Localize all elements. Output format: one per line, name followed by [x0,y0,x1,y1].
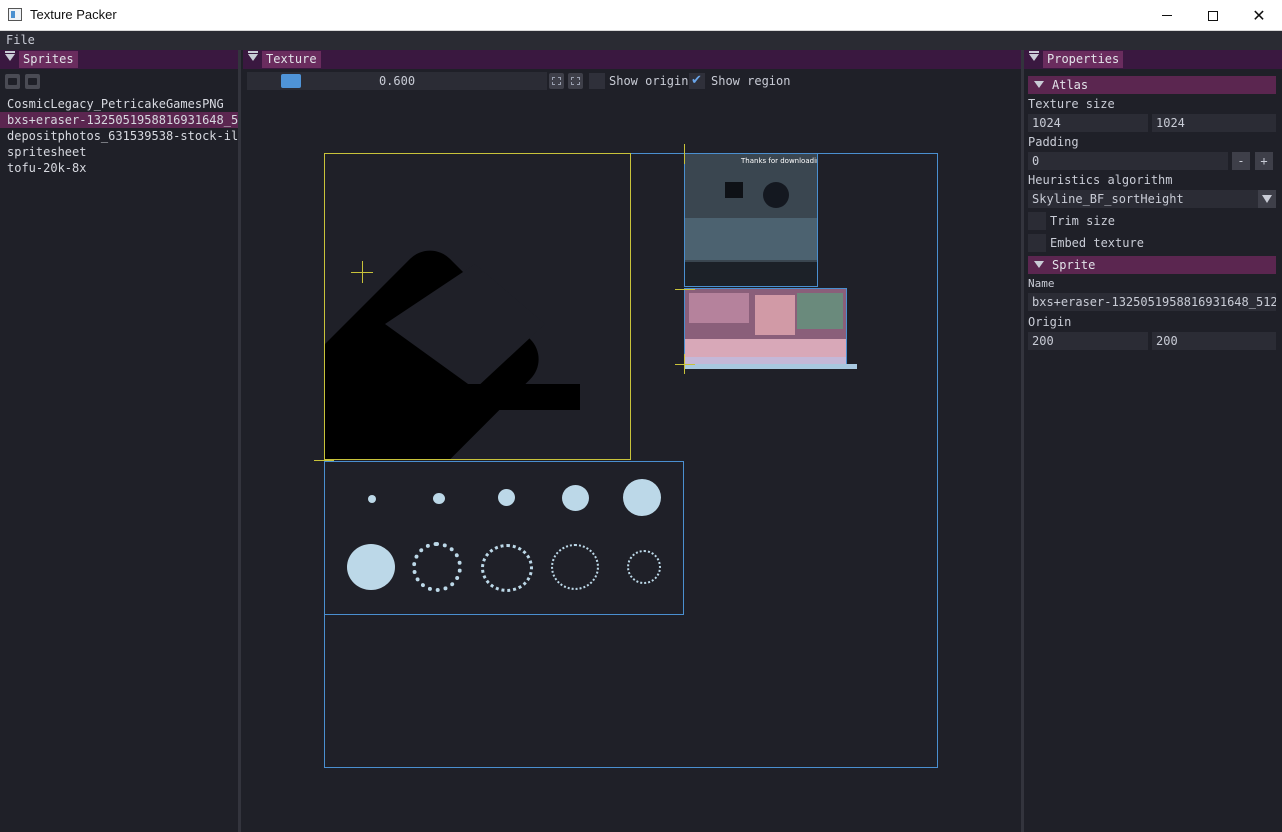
sprite-name-field[interactable]: bxs+eraser-1325051958816931648_512 [1028,293,1276,311]
origin-x-field[interactable]: 200 [1028,332,1148,350]
panel-menu-icon[interactable] [1029,51,1039,61]
sprite-tofu[interactable] [684,364,857,369]
sprite-section-header[interactable]: Sprite [1028,256,1276,274]
texture-panel: Texture 0.600 Show origin ✔ Show region [243,50,1021,832]
minimize-button[interactable] [1144,0,1190,31]
reset-view-button[interactable] [568,73,583,89]
sheet-caption: Thanks for downloading! [741,157,817,165]
trim-size-checkbox[interactable] [1028,212,1046,230]
sprite-eraser[interactable] [271,153,631,518]
show-region-label: Show region [711,74,791,88]
sprite-depositphotos[interactable] [324,461,684,615]
collapse-arrow-icon [1034,81,1044,88]
properties-panel-header: Properties [1024,50,1282,69]
origin-marker [675,289,695,290]
check-icon: ✔ [691,73,702,88]
heuristics-label: Heuristics algorithm [1028,173,1173,187]
sprite-list-item[interactable]: depositphotos_631539538-stock-ill [0,128,238,144]
menu-file[interactable]: File [6,33,35,47]
texture-canvas[interactable]: Thanks for downloading! [243,96,1021,832]
sprite-section-label: Sprite [1052,258,1096,272]
origin-marker [675,364,695,365]
cloud-frame [551,544,599,590]
maximize-icon [1208,10,1218,21]
properties-panel: Properties Atlas Texture size 1024 1024 … [1021,50,1282,832]
minimize-icon [1162,15,1172,16]
texture-panel-header: Texture [243,50,1021,69]
sprite-name-label: Name [1028,277,1055,290]
heuristics-dropdown[interactable]: Skyline_BF_sortHeight [1028,190,1276,208]
sprite-spritesheet[interactable] [684,288,847,368]
panel-menu-icon[interactable] [5,51,15,61]
zoom-value: 0.600 [378,74,416,88]
window-title: Texture Packer [30,7,117,22]
sprite-list-item[interactable]: spritesheet [0,144,238,160]
atlas-section-label: Atlas [1052,78,1089,92]
atlas-section-header[interactable]: Atlas [1028,76,1276,94]
show-origin-checkbox[interactable] [589,73,605,89]
embed-texture-checkbox[interactable] [1028,234,1046,252]
texture-height-field[interactable]: 1024 [1152,114,1276,132]
dropdown-arrow-icon[interactable] [1258,190,1276,208]
padding-increment-button[interactable]: + [1255,152,1273,170]
tab-properties[interactable]: Properties [1043,51,1124,68]
add-folder-button[interactable] [5,74,20,89]
heuristics-value: Skyline_BF_sortHeight [1032,192,1184,206]
origin-marker [684,354,685,374]
padding-decrement-button[interactable]: - [1232,152,1250,170]
panel-menu-icon[interactable] [248,51,258,61]
padding-label: Padding [1028,135,1079,149]
origin-marker [362,261,363,283]
origin-label: Origin [1028,315,1072,329]
show-origin-label: Show origin [609,74,689,88]
cloud-frame [347,544,395,590]
zoom-slider[interactable]: 0.600 [247,72,547,90]
open-folder-button[interactable] [25,74,40,89]
cloud-frame [368,495,376,503]
sprite-list-item[interactable]: CosmicLegacy_PetricakeGamesPNG [0,96,238,112]
app-icon [8,8,22,21]
show-region-checkbox[interactable]: ✔ [689,73,705,89]
texture-width-field[interactable]: 1024 [1028,114,1148,132]
collapse-arrow-icon [1034,261,1044,268]
trim-size-label: Trim size [1050,214,1116,228]
cloud-frame [498,489,515,506]
cloud-frame [623,479,661,516]
title-bar: Texture Packer ✕ [0,0,1282,31]
cloud-frame [412,542,462,592]
sprites-panel: Sprites CosmicLegacy_PetricakeGamesPNG bx… [0,50,241,832]
sprite-cosmiclegacy[interactable]: Thanks for downloading! [684,153,818,287]
cloud-frame [627,550,661,584]
cloud-frame [481,544,533,592]
texture-size-label: Texture size [1028,97,1115,111]
fit-view-button[interactable] [549,73,564,89]
menu-bar: File [0,31,1282,50]
tab-texture[interactable]: Texture [262,51,321,68]
origin-marker [684,144,685,164]
origin-y-field[interactable]: 200 [1152,332,1276,350]
sprite-list: CosmicLegacy_PetricakeGamesPNG bxs+eraser… [0,96,238,176]
sprite-list-item[interactable]: tofu-20k-8x [0,160,238,176]
sprite-list-item[interactable]: bxs+eraser-1325051958816931648_51 [0,112,238,128]
padding-field[interactable]: 0 [1028,152,1228,170]
maximize-button[interactable] [1190,0,1236,31]
tab-sprites[interactable]: Sprites [19,51,78,68]
embed-texture-label: Embed texture [1050,236,1144,250]
eraser-image [271,250,580,518]
sprites-panel-header: Sprites [0,50,238,69]
cloud-frame [562,485,589,511]
close-button[interactable]: ✕ [1236,0,1282,31]
close-icon: ✕ [1252,5,1266,25]
cloud-frame [433,493,445,504]
